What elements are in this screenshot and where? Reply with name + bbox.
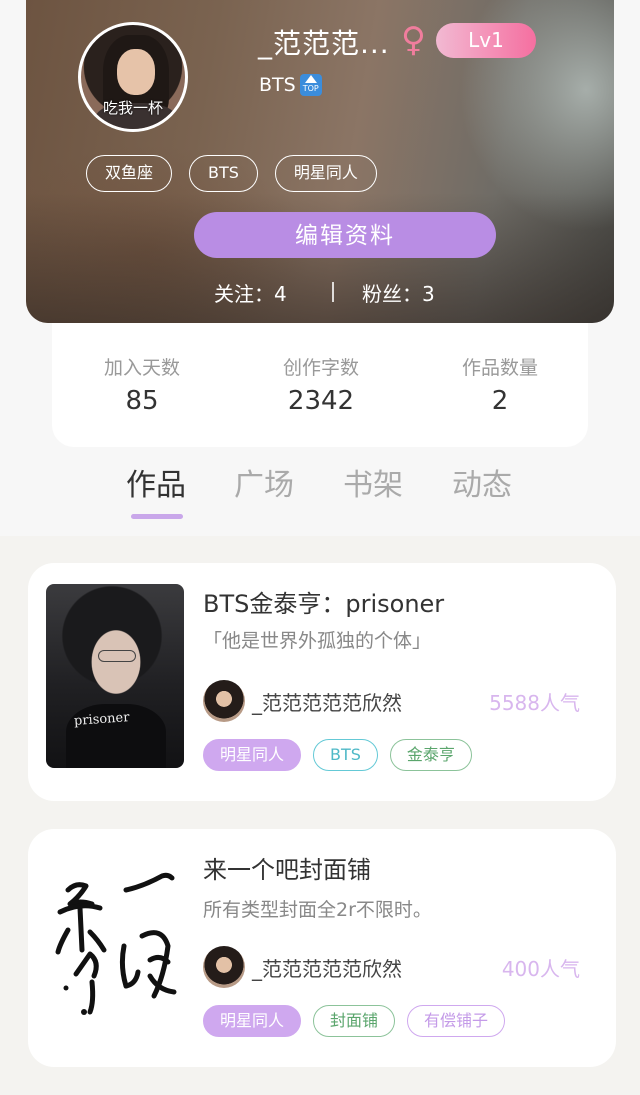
work-title[interactable]: 来一个吧封面铺 xyxy=(203,850,371,885)
stat-value: 2 xyxy=(491,386,509,416)
username: _范范范... xyxy=(258,27,390,60)
user-signature: BTS TOP xyxy=(259,74,322,96)
work-card[interactable]: prisoner BTS金泰亨：prisoner 「他是世界外孤独的个体」 _范… xyxy=(28,563,616,801)
popularity-count: 5588人气 xyxy=(489,691,580,715)
work-title[interactable]: BTS金泰亨：prisoner xyxy=(203,584,444,619)
work-description: 所有类型封面全2r不限时。 xyxy=(203,899,432,921)
work-tags: 明星同人 BTS 金泰亨 xyxy=(203,739,472,771)
work-tag[interactable]: 明星同人 xyxy=(203,739,302,771)
following-link[interactable]: 关注：4 xyxy=(214,278,287,307)
work-tag[interactable]: BTS xyxy=(313,739,378,771)
work-tag[interactable]: 封面铺 xyxy=(313,1005,396,1037)
work-description: 「他是世界外孤独的个体」 xyxy=(203,630,432,652)
work-tag[interactable]: 有偿铺子 xyxy=(407,1005,506,1037)
cover-glasses xyxy=(98,650,136,662)
stat-work-count: 作品数量 2 xyxy=(410,353,590,416)
fans-count: 3 xyxy=(422,282,435,306)
work-tag[interactable]: 明星同人 xyxy=(203,1005,302,1037)
follow-stats: 关注：4 粉丝：3 xyxy=(26,276,614,306)
avatar-caption: 吃我一杯 xyxy=(102,99,163,117)
avatar-face xyxy=(117,49,155,95)
work-card[interactable]: 来一个吧封面铺 所有类型封面全2r不限时。 _范范范范范欣然 400人气 明星同… xyxy=(28,829,616,1067)
profile-tag[interactable]: 双鱼座 xyxy=(86,155,173,192)
stat-value: 2342 xyxy=(287,386,355,416)
popularity-count: 400人气 xyxy=(501,957,580,981)
stat-word-count: 创作字数 2342 xyxy=(231,353,411,416)
work-cover-image[interactable]: prisoner xyxy=(46,584,184,768)
work-tag[interactable]: 金泰亨 xyxy=(389,739,472,771)
female-icon: ♀ xyxy=(401,20,426,60)
tab-bookshelf[interactable]: 书架 xyxy=(343,460,403,504)
edit-profile-button[interactable]: 编辑资料 xyxy=(194,212,496,258)
stat-label: 加入天数 xyxy=(103,357,180,379)
tab-activity[interactable]: 动态 xyxy=(452,460,512,504)
stat-join-days: 加入天数 85 xyxy=(52,353,232,416)
handwritten-cover-art xyxy=(55,872,177,1015)
profile-header: 吃我一杯 _范范范... ♀ Lv1 BTS TOP 双鱼座 BTS 明星同人 … xyxy=(26,0,614,323)
profile-tabs: 作品 广场 书架 动态 xyxy=(0,460,640,530)
stat-label: 作品数量 xyxy=(461,357,538,379)
follow-divider xyxy=(332,282,334,302)
stat-value: 85 xyxy=(125,386,159,416)
profile-tag[interactable]: 明星同人 xyxy=(274,155,377,192)
fans-label: 粉丝： xyxy=(362,282,422,306)
profile-tag[interactable]: BTS xyxy=(189,155,258,192)
stats-card: 加入天数 85 创作字数 2342 作品数量 2 xyxy=(52,323,588,447)
top-arrow-icon: TOP xyxy=(299,74,322,96)
fans-link[interactable]: 粉丝：3 xyxy=(362,278,435,307)
following-count: 4 xyxy=(274,282,287,306)
stat-label: 创作字数 xyxy=(282,357,359,379)
tab-square[interactable]: 广场 xyxy=(234,460,294,504)
signature-text: BTS xyxy=(259,74,296,96)
author-name[interactable]: _范范范范范欣然 xyxy=(252,953,402,982)
profile-tags: 双鱼座 BTS 明星同人 xyxy=(86,155,377,192)
author-avatar[interactable] xyxy=(203,680,245,722)
level-badge: Lv1 xyxy=(436,23,536,58)
active-tab-indicator xyxy=(131,514,183,519)
user-avatar[interactable]: 吃我一杯 xyxy=(78,22,188,132)
work-tags: 明星同人 封面铺 有偿铺子 xyxy=(203,1005,506,1037)
following-label: 关注： xyxy=(214,282,274,306)
top-arrow-shape xyxy=(304,75,317,83)
author-avatar[interactable] xyxy=(203,946,245,988)
tab-works[interactable]: 作品 xyxy=(126,460,186,504)
author-name[interactable]: _范范范范范欣然 xyxy=(252,687,402,716)
top-icon-label: TOP xyxy=(302,84,319,93)
work-cover-image[interactable] xyxy=(46,850,184,1034)
